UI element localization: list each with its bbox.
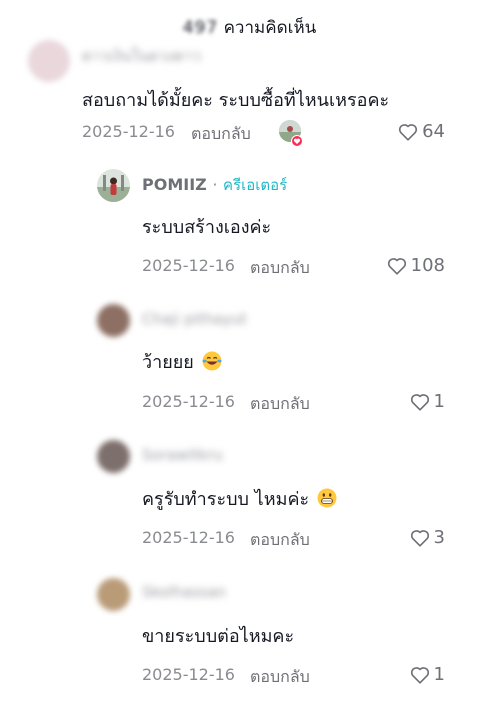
reply-text: ระบบสร้างเองค่ะ — [142, 217, 272, 238]
like-count: 64 — [422, 121, 445, 142]
reply-button[interactable]: ตอบกลับ — [250, 392, 310, 417]
heart-outline-icon — [410, 529, 429, 547]
like-button[interactable]: 3 — [410, 527, 445, 548]
reply-text: ครูรับทำระบบ ไหมค่ะ — [142, 484, 337, 513]
avatar[interactable] — [97, 578, 130, 611]
comments-header: 497 ความคิดเห็น — [0, 14, 499, 41]
like-button[interactable]: 108 — [387, 255, 445, 276]
heart-outline-icon — [387, 257, 406, 275]
heart-outline-icon — [410, 393, 429, 411]
reply-author[interactable]: POMIIZ · ครีเอเตอร์ — [142, 173, 287, 197]
heart-badge-icon — [291, 135, 303, 147]
comments-label: ความคิดเห็น — [223, 18, 317, 38]
like-button[interactable]: 1 — [410, 664, 445, 685]
like-button[interactable]: 64 — [398, 121, 445, 142]
laughing-face-emoji — [202, 351, 222, 371]
creator-avatar-image — [97, 169, 130, 202]
reply-button[interactable]: ตอบกลับ — [191, 122, 251, 147]
reply-text: ว้ายยย — [142, 347, 222, 376]
reply-date: 2025-12-16 — [142, 665, 235, 684]
reply-username[interactable]: Sorawitkru — [142, 446, 223, 464]
reply-username[interactable]: POMIIZ — [142, 175, 207, 194]
like-count: 1 — [433, 391, 445, 412]
like-count: 3 — [433, 527, 445, 548]
creator-badge: ครีเอเตอร์ — [223, 176, 288, 194]
reply-button[interactable]: ตอบกลับ — [250, 528, 310, 553]
avatar[interactable] — [28, 40, 70, 82]
reply-text: ขายระบบต่อไหมคะ — [142, 626, 295, 647]
like-count: 1 — [433, 664, 445, 685]
comment-date: 2025-12-16 — [82, 122, 175, 141]
grinning-face-emoji — [317, 488, 337, 508]
reply-button[interactable]: ตอบกลับ — [250, 665, 310, 690]
heart-outline-icon — [399, 123, 418, 141]
reply-date: 2025-12-16 — [142, 392, 235, 411]
heart-outline-icon — [410, 666, 429, 684]
comment-text: สอบถามได้มั้ยคะ ระบบซื้อที่ไหนเหรอคะ — [82, 90, 390, 111]
reply-username[interactable]: Chaji pithayut — [142, 310, 247, 328]
reply-username[interactable]: Skolhassan — [142, 583, 226, 601]
avatar[interactable] — [97, 304, 130, 337]
avatar[interactable] — [97, 169, 130, 202]
like-button[interactable]: 1 — [410, 391, 445, 412]
comment-username[interactable]: ดาวเงินในดวงดาว — [82, 44, 201, 68]
reply-button[interactable]: ตอบกลับ — [250, 256, 310, 281]
reply-date: 2025-12-16 — [142, 256, 235, 275]
reply-date: 2025-12-16 — [142, 528, 235, 547]
comment-count: 497 — [182, 18, 219, 38]
like-count: 108 — [410, 255, 445, 276]
avatar[interactable] — [97, 440, 130, 473]
